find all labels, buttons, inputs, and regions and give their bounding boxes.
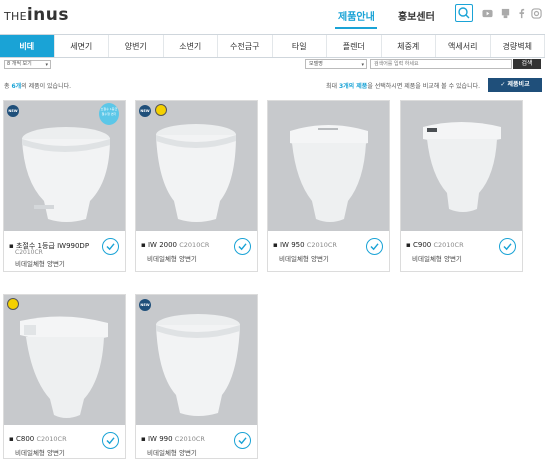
product-card[interactable]: ▪ IW 950 C2010CR 비데일체형 양변기: [267, 100, 390, 272]
toilet-image: [156, 314, 240, 416]
product-card[interactable]: ▪ C800 C2010CR 비데일체형 양변기: [3, 294, 126, 459]
search-icon: [458, 7, 470, 19]
tab-accessory[interactable]: 액세서리: [436, 35, 491, 57]
compare-check-button[interactable]: [366, 238, 383, 255]
award-badge: [7, 298, 19, 310]
toilet-image: [423, 122, 501, 212]
product-desc: 비데일체형 양변기: [147, 449, 197, 457]
tab-blender[interactable]: 플렌더: [327, 35, 382, 57]
product-card[interactable]: NEW ▪ IW 990 C2010CR 비데일체형 양변기: [135, 294, 258, 459]
chevron-down-icon: ▾: [45, 62, 48, 68]
new-badge: NEW: [7, 105, 19, 117]
compare-check-button[interactable]: [234, 432, 251, 449]
chevron-down-icon: ▾: [361, 62, 364, 68]
tab-bidet[interactable]: 비데: [0, 35, 55, 57]
product-desc: 비데일체형 양변기: [147, 255, 197, 263]
product-code: C2010CR: [36, 435, 67, 443]
toilet-image: [290, 125, 368, 222]
product-card[interactable]: NEW ▪ IW 2000 C2010CR 비데일체형 양변기: [135, 100, 258, 272]
product-name-text: IW 990: [147, 435, 173, 443]
tab-faucet[interactable]: 수전금구: [218, 35, 273, 57]
product-code: C2010CR: [15, 249, 43, 256]
product-name-text: C800: [15, 435, 35, 443]
new-badge: NEW: [139, 105, 151, 117]
nav-pr-center[interactable]: 홍보센터: [398, 8, 435, 23]
tab-tile[interactable]: 타일: [273, 35, 327, 57]
product-card[interactable]: ▪ C900 C2010CR 비데일체형 양변기: [400, 100, 523, 272]
product-name: ▪ IW 2000 C2010CR: [141, 241, 210, 249]
product-desc: 비데일체형 양변기: [279, 255, 329, 263]
tab-washbasin[interactable]: 세면기: [55, 35, 109, 57]
blog-icon[interactable]: [500, 8, 511, 19]
product-code: C2010CR: [174, 435, 205, 443]
product-name: ▪ IW 990 C2010CR: [141, 435, 205, 443]
new-badge: NEW: [139, 299, 151, 311]
product-image[interactable]: NEW: [136, 101, 257, 231]
search-field-select[interactable]: 모델명 ▾: [305, 59, 367, 69]
nav-active-underline: [335, 27, 377, 29]
youtube-icon[interactable]: [482, 8, 493, 19]
product-code: C2010CR: [433, 241, 464, 249]
product-image[interactable]: [401, 101, 522, 231]
toilet-image: [20, 316, 108, 418]
page-size-value: 8 개씩 보기: [7, 61, 32, 67]
product-card[interactable]: NEW 초절수 1등급 절수형 변기 ▪ 초절수 1등급 IW990DP C20…: [3, 100, 126, 272]
compare-check-button[interactable]: [499, 238, 516, 255]
product-image[interactable]: NEW: [136, 295, 257, 425]
product-image[interactable]: [4, 295, 125, 425]
product-name-text: IW 950: [279, 241, 305, 249]
instagram-icon[interactable]: [531, 8, 542, 19]
toilet-image: [156, 124, 236, 222]
nav-products[interactable]: 제품안내: [338, 8, 375, 23]
compare-check-button[interactable]: [234, 238, 251, 255]
search-field-value: 모델명: [309, 61, 323, 67]
product-desc: 비데일체형 양변기: [15, 449, 65, 457]
facebook-icon[interactable]: [516, 8, 527, 19]
logo[interactable]: THEinus: [4, 5, 69, 25]
product-image[interactable]: [268, 101, 389, 231]
compare-button[interactable]: ✓ 제품비교: [488, 78, 542, 92]
logo-prefix: THE: [4, 10, 27, 23]
tab-scale[interactable]: 체중계: [382, 35, 436, 57]
promo-badge: 초절수 1등급 절수형 변기: [99, 103, 119, 125]
product-desc: 비데일체형 양변기: [15, 260, 65, 268]
search-toggle-button[interactable]: [455, 4, 473, 22]
product-name: ▪ IW 950 C2010CR: [273, 241, 337, 249]
compare-check-button[interactable]: [102, 432, 119, 449]
product-name-text: C900: [412, 241, 432, 249]
count-number: 6개: [11, 83, 22, 90]
category-tabs: 비데 세면기 양변기 소변기 수전금구 타일 플렌더 체중계 액세서리 경량벽체: [0, 34, 545, 58]
site-header: THEinus 제품안내 홍보센터: [0, 0, 547, 30]
page-size-select[interactable]: 8 개씩 보기 ▾: [4, 60, 51, 69]
tab-urinal[interactable]: 소변기: [164, 35, 218, 57]
product-code: C2010CR: [179, 241, 210, 249]
logo-main: inus: [26, 5, 69, 25]
search-button[interactable]: 검색: [513, 59, 541, 69]
search-input[interactable]: 검색어를 입력 하세요: [370, 59, 512, 69]
count-suffix: 의 제품이 있습니다.: [21, 83, 72, 90]
product-image[interactable]: NEW 초절수 1등급 절수형 변기: [4, 101, 125, 231]
compare-hint-suffix: 을 선택하시면 제품을 비교해 볼 수 있습니다.: [367, 83, 481, 90]
compare-hint-number: 3개의 제품: [338, 83, 368, 90]
award-badge: [155, 104, 167, 116]
result-count: 총 6개의 제품이 있습니다.: [4, 81, 71, 90]
product-desc: 비데일체형 양변기: [412, 255, 462, 263]
compare-hint-prefix: 최대: [326, 83, 339, 90]
tab-toilet[interactable]: 양변기: [109, 35, 164, 57]
search-placeholder: 검색어를 입력 하세요: [374, 61, 419, 67]
product-code: C2010CR: [306, 241, 337, 249]
product-name: ▪ C900 C2010CR: [406, 241, 464, 249]
compare-hint: 최대 3개의 제품을 선택하시면 제품을 비교해 볼 수 있습니다.: [326, 81, 480, 90]
product-name-text: IW 2000: [147, 241, 178, 249]
product-name: ▪ C800 C2010CR: [9, 435, 67, 443]
check-icon: ✓: [500, 81, 506, 88]
compare-button-label: 제품비교: [507, 81, 530, 88]
compare-check-button[interactable]: [102, 238, 119, 255]
tab-lightweight-wall[interactable]: 경량벽체: [491, 35, 545, 57]
